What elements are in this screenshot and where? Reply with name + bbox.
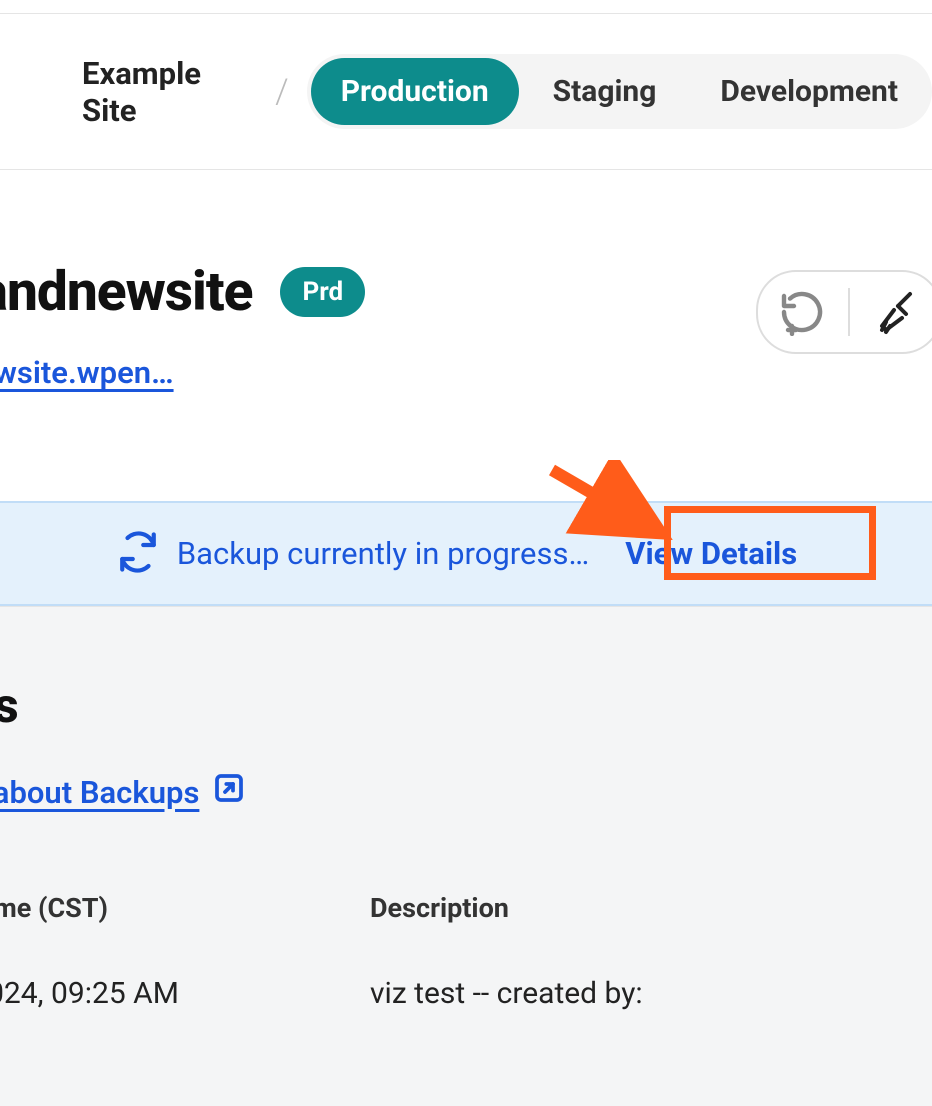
view-details-link[interactable]: View Details [607, 523, 815, 584]
broom-icon[interactable] [870, 286, 922, 338]
site-header: randnewsite Prd newsite.wpen… [0, 170, 932, 391]
breadcrumb-separator: / [275, 72, 289, 112]
column-header-description: Description [370, 892, 509, 924]
cell-time: 9, 2024, 09:25 AM [0, 976, 370, 1011]
learn-more-link[interactable]: ore about Backups [0, 772, 245, 812]
environment-badge: Prd [280, 267, 365, 317]
environment-tabs: Production Staging Development [307, 54, 932, 129]
backups-section: ups ore about Backups nd time (CST) Desc… [0, 606, 932, 1106]
tab-production[interactable]: Production [311, 58, 519, 125]
tab-development[interactable]: Development [690, 58, 928, 125]
refresh-icon [117, 531, 159, 577]
history-add-icon[interactable] [776, 286, 828, 338]
backup-progress-banner: Backup currently in progress… View Detai… [0, 501, 932, 606]
table-row[interactable]: 9, 2024, 09:25 AM viz test -- created by… [0, 976, 932, 1011]
column-header-time: nd time (CST) [0, 892, 370, 924]
toolbar-separator [848, 288, 850, 336]
external-link-icon [213, 772, 245, 812]
section-title: ups [0, 677, 932, 734]
tab-staging[interactable]: Staging [523, 58, 687, 125]
breadcrumb-bar: Example Site / Production Staging Develo… [0, 14, 932, 170]
site-name: randnewsite [0, 260, 252, 324]
site-url-link[interactable]: newsite.wpen… [0, 354, 365, 391]
cell-description: viz test -- created by: [370, 976, 643, 1011]
progress-message: Backup currently in progress… [177, 535, 589, 572]
action-toolbar [756, 270, 932, 354]
table-header-row: nd time (CST) Description [0, 892, 932, 924]
breadcrumb-site-name[interactable]: Example Site [82, 55, 257, 129]
